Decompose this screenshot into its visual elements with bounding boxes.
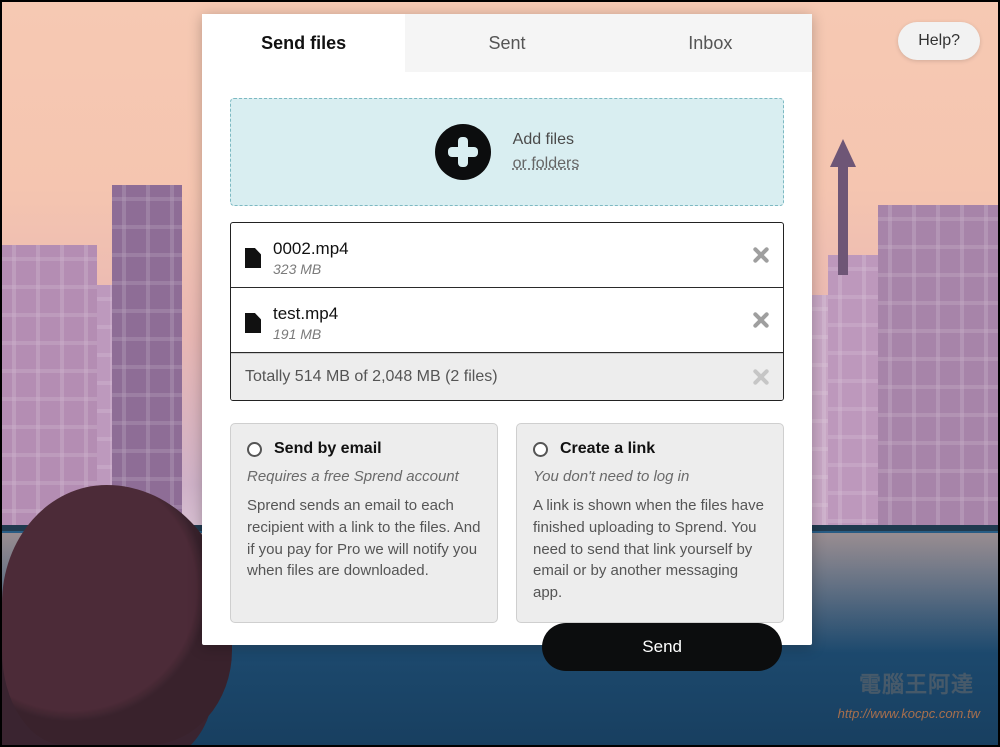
file-name: test.mp4 (273, 304, 338, 324)
file-icon (245, 248, 261, 268)
file-list: 0002.mp4 323 MB test.mp4 191 MB Totally … (230, 222, 784, 401)
remove-file-button[interactable] (749, 309, 771, 331)
option-link-title: Create a link (560, 440, 655, 458)
help-button[interactable]: Help? (898, 22, 980, 60)
option-create-link[interactable]: Create a link You don't need to log in A… (516, 423, 784, 623)
option-link-subtitle: You don't need to log in (533, 468, 767, 485)
option-send-by-email[interactable]: Send by email Requires a free Sprend acc… (230, 423, 498, 623)
send-options: Send by email Requires a free Sprend acc… (230, 423, 784, 623)
file-summary: Totally 514 MB of 2,048 MB (2 files) (231, 353, 783, 400)
watermark-chinese: 電腦王阿達 (859, 667, 974, 699)
tab-send-files[interactable]: Send files (202, 14, 405, 72)
file-icon (245, 313, 261, 333)
remove-file-button[interactable] (749, 244, 771, 266)
radio-link[interactable] (533, 442, 548, 457)
send-button[interactable]: Send (542, 623, 782, 671)
option-link-description: A link is shown when the files have fini… (533, 495, 767, 604)
option-email-title: Send by email (274, 440, 382, 458)
file-row: 0002.mp4 323 MB (231, 223, 783, 288)
plus-icon (435, 124, 491, 180)
file-size: 323 MB (273, 261, 349, 277)
dropzone-text: Add files or folders (513, 131, 580, 173)
file-size: 191 MB (273, 326, 338, 342)
clear-all-button[interactable] (749, 366, 771, 388)
add-files-label: Add files (513, 131, 580, 149)
or-folders-link[interactable]: or folders (513, 155, 580, 173)
file-row: test.mp4 191 MB (231, 288, 783, 353)
option-email-subtitle: Requires a free Sprend account (247, 468, 481, 485)
tabs: Send files Sent Inbox (202, 14, 812, 72)
summary-text: Totally 514 MB of 2,048 MB (2 files) (245, 368, 498, 385)
option-email-description: Sprend sends an email to each recipient … (247, 495, 481, 582)
tab-sent[interactable]: Sent (405, 14, 608, 72)
watermark-url: http://www.kocpc.com.tw (838, 706, 980, 721)
tab-inbox[interactable]: Inbox (609, 14, 812, 72)
main-card: Send files Sent Inbox Add files or folde… (202, 14, 812, 645)
radio-email[interactable] (247, 442, 262, 457)
file-name: 0002.mp4 (273, 239, 349, 259)
add-files-dropzone[interactable]: Add files or folders (230, 98, 784, 206)
